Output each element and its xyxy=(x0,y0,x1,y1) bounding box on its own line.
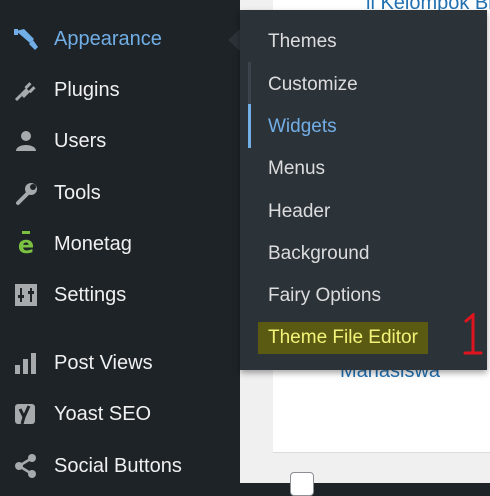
menu-item-label: Post Views xyxy=(54,351,153,374)
menu-item-tools[interactable]: Tools xyxy=(0,173,240,213)
menu-item-settings[interactable]: Settings xyxy=(0,275,240,315)
wrench-icon xyxy=(12,179,40,207)
row-checkbox[interactable] xyxy=(290,472,314,496)
plug-icon xyxy=(12,76,40,104)
submenu-item-customize[interactable]: Customize xyxy=(268,68,358,102)
yoast-icon xyxy=(12,400,40,428)
menu-item-label: Plugins xyxy=(54,78,120,101)
user-icon xyxy=(12,127,40,155)
menu-item-label: Appearance xyxy=(54,27,162,50)
sliders-icon xyxy=(12,281,40,309)
menu-item-label: Social Buttons xyxy=(54,454,182,477)
annotation-number: 1 xyxy=(462,311,484,357)
menu-item-label: Users xyxy=(54,129,107,152)
submenu-item-fairy-options[interactable]: Fairy Options xyxy=(268,279,381,313)
admin-sidebar: Appearance Plugins Users Tools e Monetag… xyxy=(0,0,240,483)
submenu-item-widgets[interactable]: Widgets xyxy=(268,110,337,144)
submenu-item-header[interactable]: Header xyxy=(268,195,330,229)
menu-item-yoast-seo[interactable]: Yoast SEO xyxy=(0,394,240,434)
menu-item-label: Tools xyxy=(54,181,101,204)
appearance-submenu: Themes Customize Widgets Menus Header Ba… xyxy=(240,10,487,370)
submenu-item-menus[interactable]: Menus xyxy=(268,152,325,186)
annotation-label: 1 xyxy=(462,313,463,314)
menu-item-social-buttons[interactable]: Social Buttons xyxy=(0,446,240,486)
menu-item-plugins[interactable]: Plugins xyxy=(0,70,240,110)
menu-item-appearance[interactable]: Appearance xyxy=(0,19,240,59)
menu-item-post-views[interactable]: Post Views xyxy=(0,343,240,383)
bar-chart-icon xyxy=(12,349,40,377)
submenu-item-theme-file-editor[interactable]: Theme File Editor xyxy=(258,322,428,354)
menu-item-label: Monetag xyxy=(54,232,132,255)
menu-item-users[interactable]: Users xyxy=(0,121,240,161)
divider xyxy=(273,452,490,453)
flyout-pointer xyxy=(228,29,240,51)
menu-item-label: Yoast SEO xyxy=(54,402,152,425)
menu-item-monetag[interactable]: e Monetag xyxy=(0,224,240,264)
submenu-active-indicator xyxy=(248,104,251,148)
paintbrush-icon xyxy=(12,25,40,53)
svg-text:e: e xyxy=(18,231,34,258)
monetag-e-icon: e xyxy=(12,230,40,258)
menu-item-label: Settings xyxy=(54,283,127,306)
submenu-item-background[interactable]: Background xyxy=(268,237,369,271)
submenu-item-themes[interactable]: Themes xyxy=(268,25,337,59)
share-icon xyxy=(12,452,40,480)
